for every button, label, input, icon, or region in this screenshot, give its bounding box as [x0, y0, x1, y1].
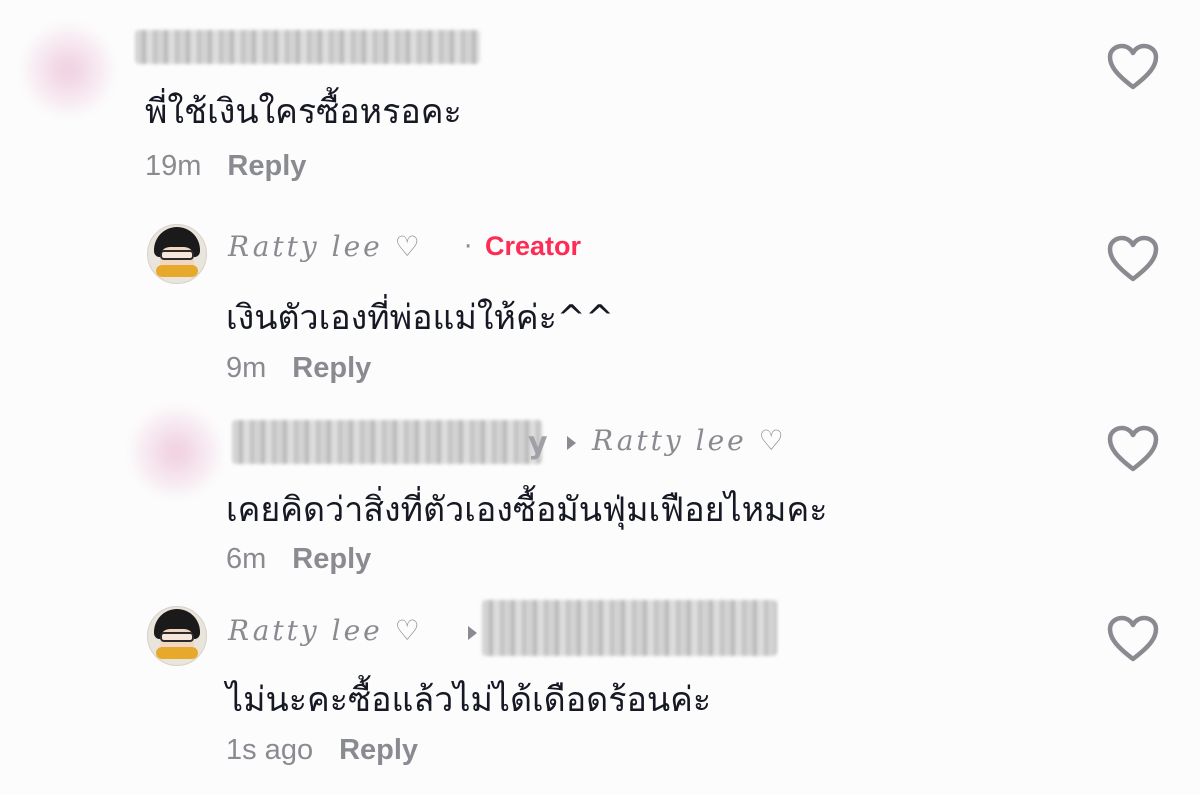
- username[interactable]: Ratty lee ♡: [228, 614, 423, 647]
- avatar[interactable]: [147, 606, 207, 666]
- avatar[interactable]: [147, 224, 207, 284]
- username[interactable]: Ratty lee ♡: [228, 230, 423, 263]
- comment-4: Ratty lee ♡ ไม่นะคะซื้อแล้วไม่ได้เดือดร้…: [0, 590, 1200, 794]
- redacted-username: [232, 420, 542, 464]
- heart-outline-icon[interactable]: [1106, 424, 1160, 474]
- comment-text: ไม่นะคะซื้อแล้วไม่ได้เดือดร้อนค่ะ: [226, 680, 712, 720]
- avatar-food: [156, 265, 198, 277]
- reply-button[interactable]: Reply: [292, 352, 371, 384]
- username-tail: y: [528, 426, 548, 461]
- comment-1: พี่ใช้เงินใครซื้อหรอคะ 19m Reply: [0, 0, 1200, 200]
- reply-button[interactable]: Reply: [339, 734, 418, 766]
- comment-meta: 6m Reply: [226, 543, 371, 576]
- comment-text: เคยคิดว่าสิ่งที่ตัวเองซื้อมันฟุ่มเฟือยไห…: [226, 490, 828, 530]
- avatar-food: [156, 647, 198, 659]
- heart-outline-icon[interactable]: [1106, 614, 1160, 664]
- comment-time: 1s ago: [226, 734, 314, 766]
- comment-text: พี่ใช้เงินใครซื้อหรอคะ: [145, 92, 462, 132]
- redacted-username: [135, 30, 480, 64]
- comment-3: y Ratty lee ♡ เคยคิดว่าสิ่งที่ตัวเองซื้อ…: [0, 390, 1200, 590]
- reply-to-username[interactable]: Ratty lee ♡: [592, 424, 787, 457]
- heart-outline-icon[interactable]: [1106, 234, 1160, 284]
- avatar[interactable]: [128, 404, 224, 500]
- redacted-reply-to: [482, 600, 777, 656]
- reply-button[interactable]: Reply: [292, 543, 371, 575]
- comment-meta: 1s ago Reply: [226, 734, 418, 767]
- comment-2: Ratty lee ♡ · Creator เงินตัวเองที่พ่อแม…: [0, 200, 1200, 390]
- comment-time: 6m: [226, 543, 267, 575]
- comment-time: 19m: [145, 150, 202, 182]
- avatar-glasses: [160, 250, 194, 260]
- reply-arrow-icon: [567, 436, 576, 450]
- avatar-glasses: [160, 632, 194, 642]
- comment-meta: 19m Reply: [145, 150, 306, 183]
- heart-outline-icon[interactable]: [1106, 42, 1160, 92]
- reply-arrow-icon: [468, 626, 477, 640]
- comment-text: เงินตัวเองที่พ่อแม่ให้ค่ะ^^: [226, 298, 614, 338]
- creator-badge: Creator: [485, 231, 582, 261]
- separator-dot: ·: [464, 232, 473, 262]
- comment-time: 9m: [226, 352, 267, 384]
- reply-button[interactable]: Reply: [227, 150, 306, 182]
- comment-meta: 9m Reply: [226, 352, 371, 385]
- avatar[interactable]: [20, 22, 116, 118]
